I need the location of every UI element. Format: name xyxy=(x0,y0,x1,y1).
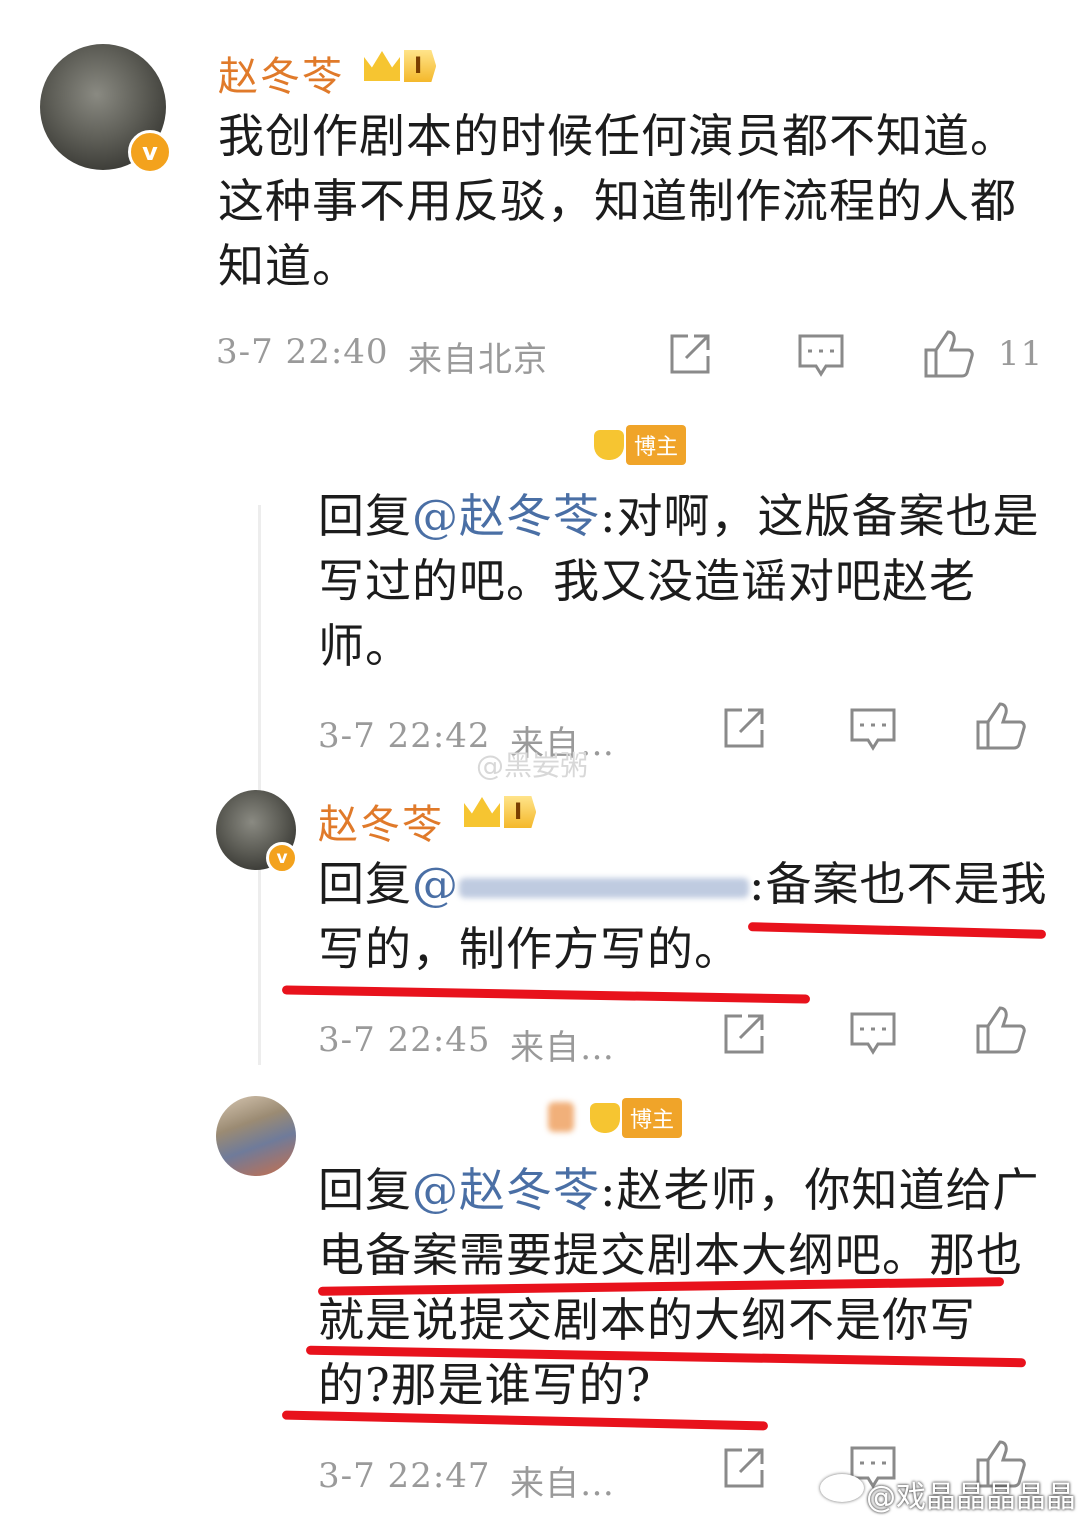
verified-badge-icon: v xyxy=(128,130,172,174)
blogger-badge: 博主 xyxy=(590,1098,683,1138)
comment-timestamp: 3-7 22:47 xyxy=(318,1456,491,1496)
post-source: 来自北京 xyxy=(408,340,548,380)
level-tag: I xyxy=(504,796,537,828)
verified-badge-icon: v xyxy=(266,842,298,874)
mention-link[interactable]: @赵冬苓 xyxy=(412,1163,600,1217)
like-icon[interactable] xyxy=(974,700,1028,752)
level-badge: I xyxy=(464,796,537,828)
blogger-badge: 博主 xyxy=(594,425,687,465)
mention-link[interactable]: @赵冬苓 xyxy=(412,489,600,543)
commenter-avatar[interactable] xyxy=(216,1096,296,1176)
redacted-username xyxy=(459,878,749,898)
crown-icon xyxy=(364,51,400,81)
like-icon[interactable] xyxy=(974,1004,1028,1056)
post-text: 我创作剧本的时候任何演员都不知道。这种事不用反驳，知道制作流程的人都知道。 xyxy=(218,109,1017,293)
weibo-logo-icon xyxy=(820,1474,864,1502)
reply-prefix: 回复 xyxy=(318,1163,412,1217)
comment-timestamp: 3-7 22:42 xyxy=(318,716,491,756)
crown-icon xyxy=(464,797,500,827)
comment-icon[interactable] xyxy=(796,332,846,380)
blogger-icon xyxy=(590,1103,620,1133)
red-underline xyxy=(281,985,811,1004)
share-icon[interactable] xyxy=(720,1444,768,1492)
watermark-middle: @黑妛粥 xyxy=(476,749,589,782)
comment-text: 回复@赵冬苓:对啊，这版备案也是写过的吧。我又没造谣对吧赵老师。 xyxy=(318,484,1048,679)
level-badge: I xyxy=(364,50,437,82)
comment-timestamp: 3-7 22:45 xyxy=(318,1020,491,1060)
mention-link[interactable]: @ xyxy=(412,857,459,911)
share-icon[interactable] xyxy=(720,704,768,752)
author-name[interactable]: 赵冬苓 xyxy=(318,792,444,850)
comment-text: 回复@:备案也不是我写的，制作方写的。 xyxy=(318,852,1048,982)
watermark-bottom: @戏晶晶晶晶晶 xyxy=(866,1480,1076,1515)
blogger-icon xyxy=(594,430,624,460)
comment-source: 来自… xyxy=(510,1464,615,1504)
redacted-username xyxy=(548,1102,574,1132)
post-timestamp: 3-7 22:40 xyxy=(216,332,389,372)
blogger-tag: 博主 xyxy=(622,1098,683,1138)
reply-prefix: 回复 xyxy=(318,857,412,911)
thread-line xyxy=(258,505,261,1065)
share-icon[interactable] xyxy=(666,330,714,378)
reply-prefix: 回复 xyxy=(318,489,412,543)
comment-source: 来自… xyxy=(510,1028,615,1068)
author-name[interactable]: 赵冬苓 xyxy=(218,44,344,102)
comment-icon[interactable] xyxy=(848,1010,898,1058)
share-icon[interactable] xyxy=(720,1010,768,1058)
level-tag: I xyxy=(404,50,437,82)
blogger-tag: 博主 xyxy=(626,425,687,465)
comment-icon[interactable] xyxy=(848,706,898,754)
like-icon[interactable] xyxy=(922,328,976,380)
like-count: 11 xyxy=(998,334,1044,374)
